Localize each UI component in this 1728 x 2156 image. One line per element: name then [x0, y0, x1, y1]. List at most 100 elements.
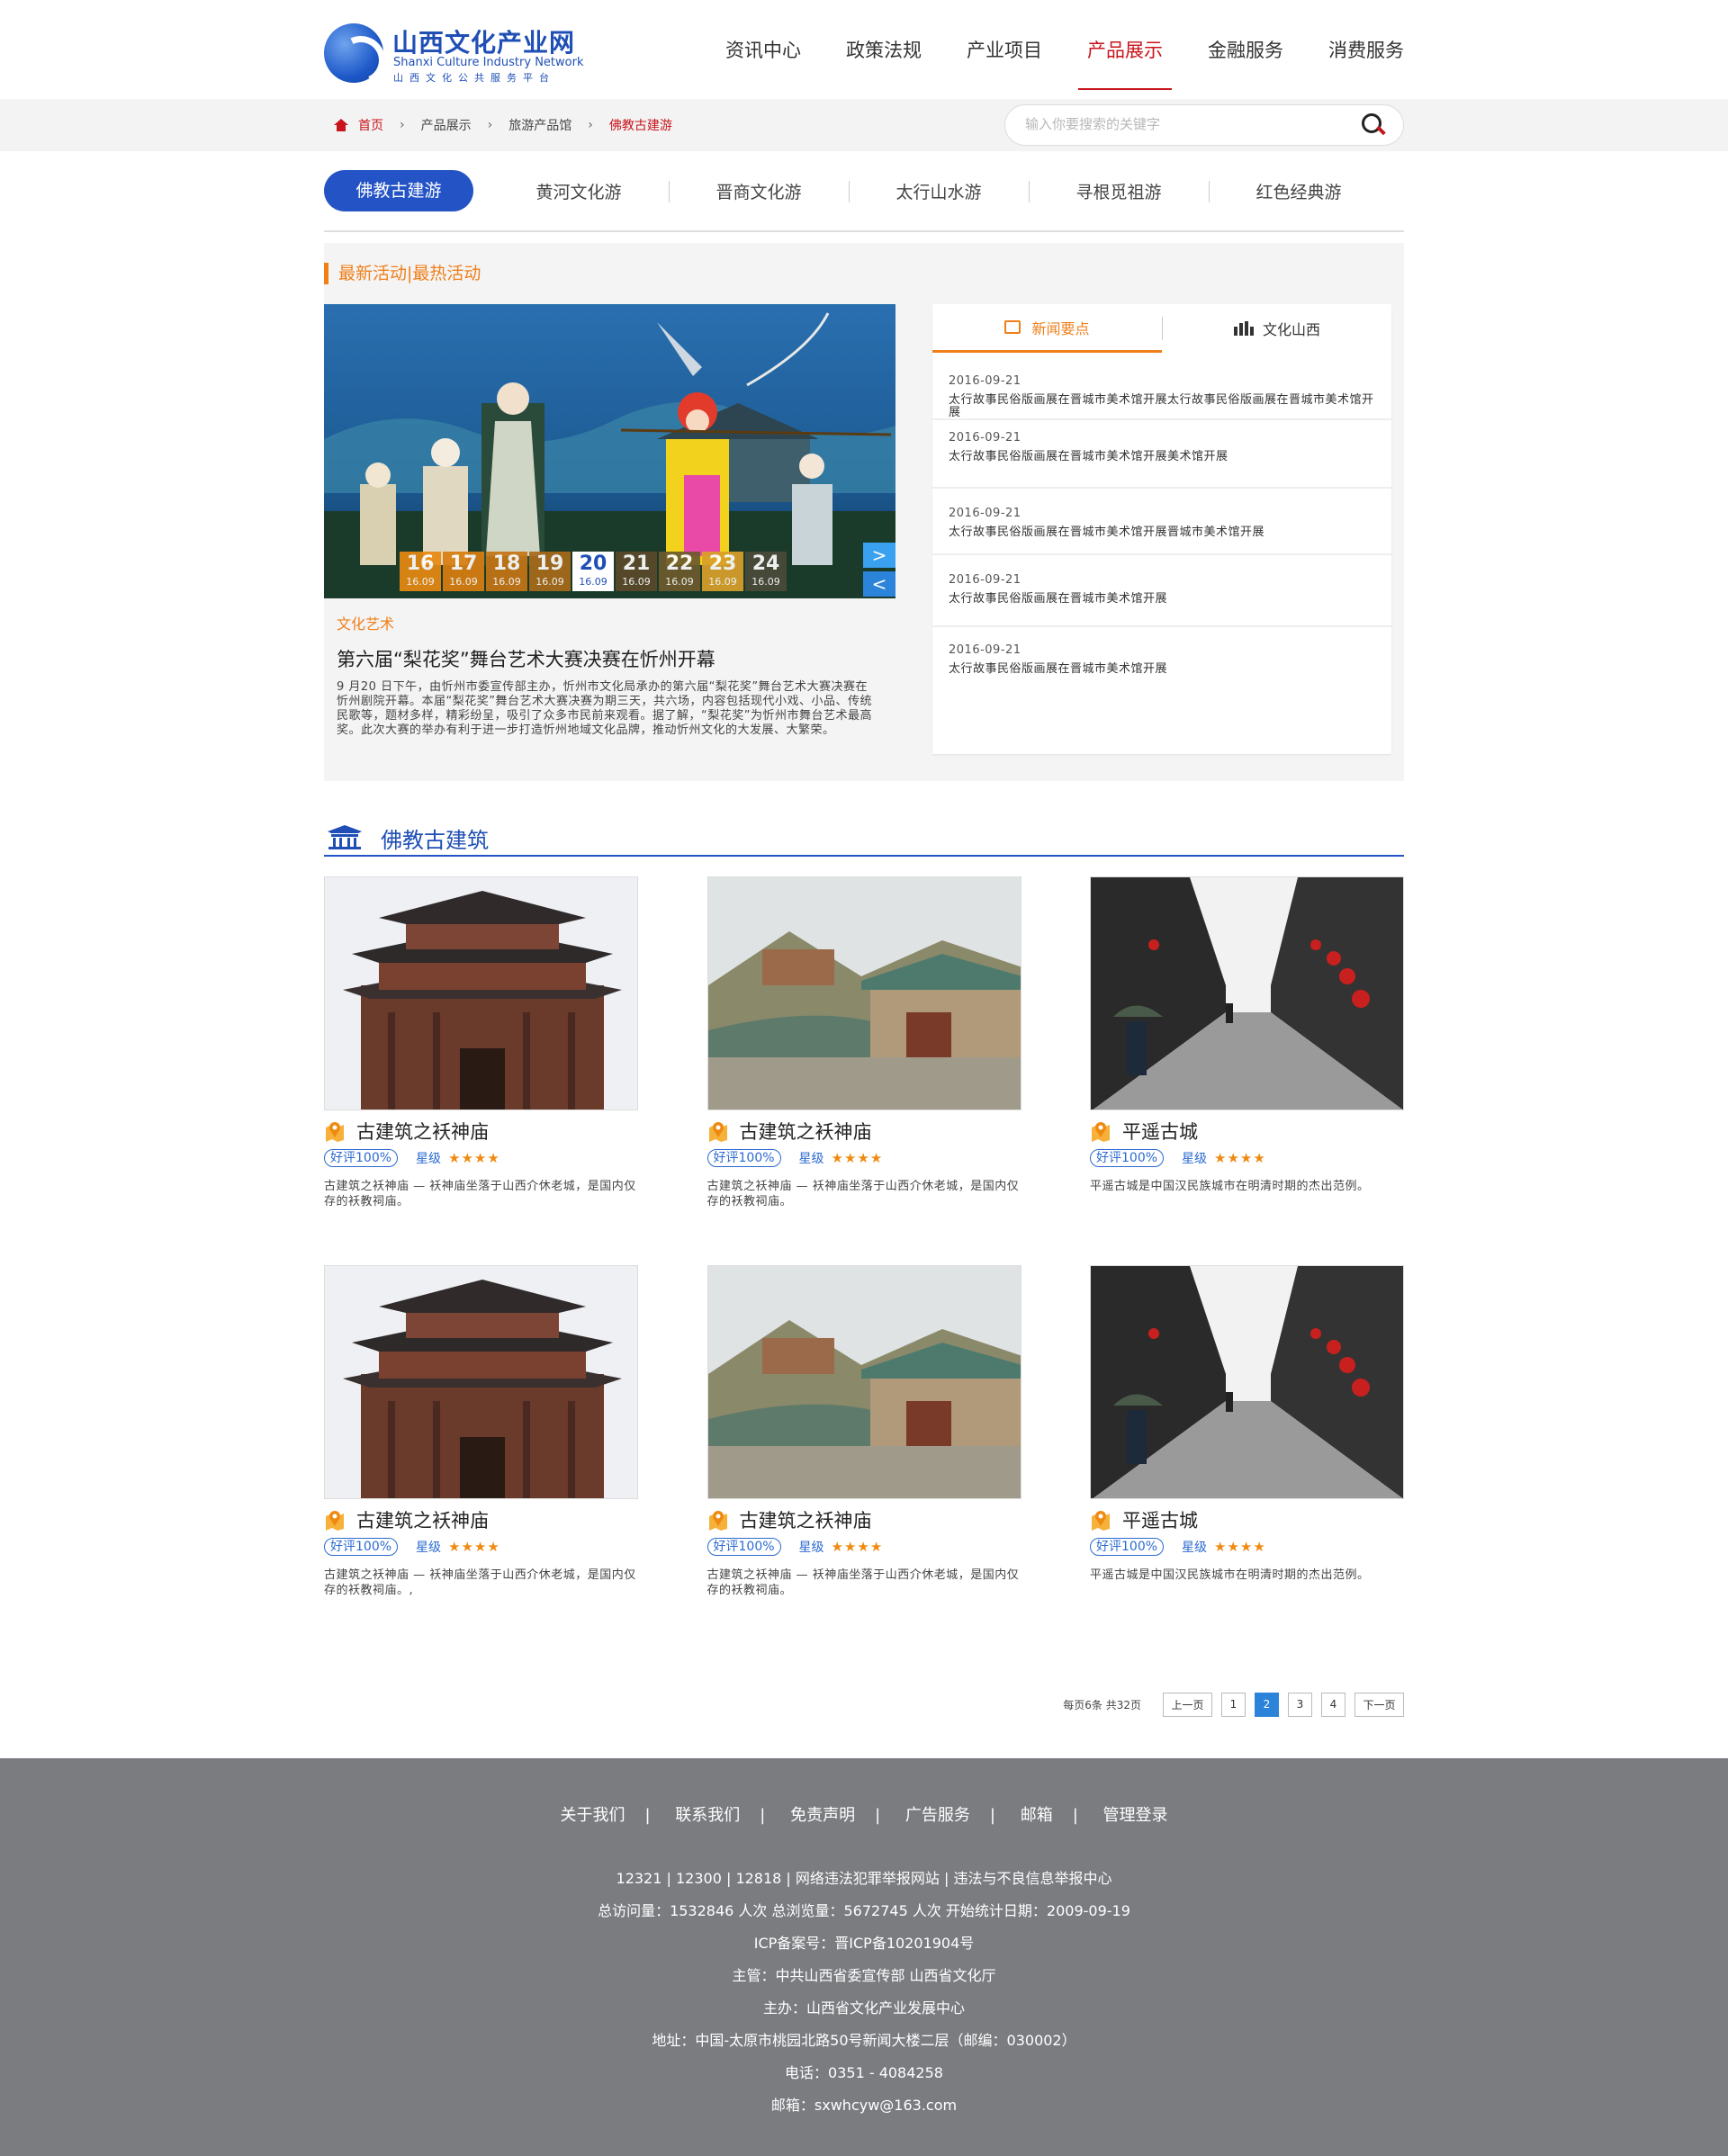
star-label: 星级 — [798, 1152, 824, 1166]
date-tab-18[interactable]: 18 16.09 — [486, 552, 527, 591]
footer-link-about[interactable]: 关于我们 — [560, 1806, 625, 1825]
tab-news-highlights-label: 新闻要点 — [1031, 319, 1090, 337]
news-title[interactable]: 太行故事民俗版画展在晋城市美术馆开展 — [949, 663, 1375, 676]
news-title[interactable]: 太行故事民俗版画展在晋城市美术馆开展太行故事民俗版画展在晋城市美术馆开展 — [949, 394, 1375, 419]
star-rating-icon: ★★★★ — [831, 1150, 884, 1166]
news-item[interactable]: 2016-09-21 太行故事民俗版画展在晋城市美术馆开展 — [932, 627, 1391, 695]
site-logo[interactable]: 山西文化产业网 Shanxi Culture Industry Network … — [324, 22, 585, 85]
page-button-2[interactable]: 2 — [1255, 1692, 1279, 1717]
prev-page-button[interactable]: 上一页 — [1163, 1692, 1212, 1717]
tab-culture-shanxi[interactable]: 文化山西 — [1161, 317, 1391, 340]
product-image[interactable] — [1090, 1265, 1404, 1499]
next-page-button[interactable]: 下一页 — [1354, 1692, 1404, 1717]
product-card[interactable]: 平遥古城 好评100% 星级 ★★★★ 平遥古城是中国汉民族城市在明清时期的杰出… — [1090, 876, 1404, 1265]
product-image[interactable] — [1090, 876, 1404, 1110]
date-day: 16 — [406, 552, 435, 575]
news-title[interactable]: 太行故事民俗版画展在晋城市美术馆开展晋城市美术馆开展 — [949, 526, 1375, 539]
product-card[interactable]: 平遥古城 好评100% 星级 ★★★★ 平遥古城是中国汉民族城市在明清时期的杰出… — [1090, 1265, 1404, 1654]
product-card[interactable]: 古建筑之袄神庙 好评100% 星级 ★★★★ 古建筑之袄神庙 — 袄神庙坐落于山… — [706, 1265, 1022, 1654]
category-tab-taihang[interactable]: 太行山水游 — [849, 179, 1029, 203]
logo-en-title: Shanxi Culture Industry Network — [393, 56, 584, 69]
product-name[interactable]: 古建筑之袄神庙 — [740, 1118, 872, 1145]
date-tab-19[interactable]: 19 16.09 — [529, 552, 571, 591]
page-button-1[interactable]: 1 — [1221, 1692, 1246, 1717]
breadcrumb-separator-icon: › — [400, 118, 405, 132]
product-name-row: 古建筑之袄神庙 — [324, 1119, 638, 1143]
product-name[interactable]: 平遥古城 — [1122, 1506, 1198, 1533]
rating-badge: 好评100% — [706, 1149, 781, 1167]
product-image[interactable] — [706, 1265, 1022, 1499]
news-item[interactable]: 2016-09-21 太行故事民俗版画展在晋城市美术馆开展 — [932, 555, 1391, 627]
section-title: 佛教古建筑 — [381, 828, 489, 853]
nav-item-finance[interactable]: 金融服务 — [1163, 0, 1283, 99]
footer-link-contact[interactable]: 联系我们 — [675, 1806, 740, 1825]
product-name[interactable]: 古建筑之袄神庙 — [356, 1118, 489, 1145]
site-footer: 关于我们 | 联系我们 | 免责声明 | 广告服务 | 邮箱 | 管理登录 12321 |… — [0, 1758, 1728, 2156]
footer-link-mail[interactable]: 邮箱 — [1021, 1806, 1053, 1825]
date-tab-21[interactable]: 21 16.09 — [616, 552, 657, 591]
map-pin-icon — [708, 1122, 727, 1142]
breadcrumb-products[interactable]: 产品展示 — [421, 116, 472, 134]
footer-link-admin[interactable]: 管理登录 — [1103, 1806, 1168, 1825]
star-rating-icon: ★★★★ — [1214, 1539, 1266, 1555]
footer-supervisor-line: 主管：中共山西省委宣传部 山西省文化厅 — [732, 1967, 996, 1984]
product-name[interactable]: 平遥古城 — [1122, 1118, 1198, 1145]
nav-item-news[interactable]: 资讯中心 — [725, 0, 801, 99]
map-pin-icon — [1092, 1122, 1110, 1142]
breadcrumb-tourism[interactable]: 旅游产品馆 — [508, 116, 572, 134]
date-month: 16.09 — [406, 576, 435, 588]
product-name[interactable]: 古建筑之袄神庙 — [356, 1506, 489, 1533]
page-button-4[interactable]: 4 — [1321, 1692, 1346, 1717]
star-label: 星级 — [798, 1541, 824, 1555]
news-item[interactable]: 2016-09-21 太行故事民俗版画展在晋城市美术馆开展美术馆开展 — [932, 420, 1391, 489]
footer-link-ads[interactable]: 广告服务 — [905, 1806, 970, 1825]
date-tab-16[interactable]: 16 16.09 — [400, 552, 441, 591]
category-tab-roots[interactable]: 寻根觅祖游 — [1029, 179, 1209, 203]
nav-item-products[interactable]: 产品展示 — [1042, 0, 1172, 99]
footer-report-line[interactable]: 12321 | 12300 | 12818 | 网络违法犯罪举报网站 | 违法与… — [0, 1863, 1728, 1895]
product-card[interactable]: 古建筑之袄神庙 好评100% 星级 ★★★★ 古建筑之袄神庙 — 袄神庙坐落于山… — [324, 876, 638, 1265]
product-image[interactable] — [324, 876, 638, 1110]
news-item[interactable]: 2016-09-21 太行故事民俗版画展在晋城市美术馆开展太行故事民俗版画展在晋… — [932, 353, 1391, 420]
news-item[interactable]: 2016-09-21 太行故事民俗版画展在晋城市美术馆开展晋城市美术馆开展 — [932, 489, 1391, 555]
product-card[interactable]: 古建筑之袄神庙 好评100% 星级 ★★★★ 古建筑之袄神庙 — 袄神庙坐落于山… — [706, 876, 1022, 1265]
date-month: 16.09 — [622, 576, 651, 588]
date-tab-23[interactable]: 23 16.09 — [702, 552, 743, 591]
product-name[interactable]: 古建筑之袄神庙 — [740, 1506, 872, 1533]
category-tab-red-classic[interactable]: 红色经典游 — [1209, 179, 1389, 203]
category-tab-yellow-river[interactable]: 黄河文化游 — [489, 179, 669, 203]
category-tab-buddhist[interactable]: 佛教古建游 — [324, 170, 473, 211]
news-title[interactable]: 太行故事民俗版画展在晋城市美术馆开展美术馆开展 — [949, 451, 1375, 463]
search-icon[interactable] — [1362, 113, 1385, 137]
tab-news-highlights[interactable]: 新闻要点 — [932, 304, 1162, 353]
activity-headline[interactable]: 第六届“梨花奖”舞台艺术大赛决赛在忻州开幕 — [337, 645, 716, 672]
breadcrumb-home[interactable]: 首页 — [358, 116, 383, 134]
date-tab-22[interactable]: 22 16.09 — [659, 552, 700, 591]
nav-item-consumer[interactable]: 消费服务 — [1283, 0, 1404, 99]
date-tab-17[interactable]: 17 16.09 — [443, 552, 484, 591]
date-month: 16.09 — [579, 576, 608, 588]
product-image[interactable] — [706, 876, 1022, 1110]
map-pin-icon — [326, 1511, 344, 1531]
page-button-3[interactable]: 3 — [1288, 1692, 1312, 1717]
date-tab-20[interactable]: 20 16.09 — [572, 552, 614, 591]
nav-item-projects[interactable]: 产业项目 — [922, 0, 1042, 99]
activity-tag[interactable]: 文化艺术 — [337, 612, 394, 633]
product-card[interactable]: 古建筑之袄神庙 好评100% 星级 ★★★★ 古建筑之袄神庙 — 袄神庙坐落于山… — [324, 1265, 638, 1654]
footer-link-disclaimer[interactable]: 免责声明 — [790, 1806, 855, 1825]
product-name-row: 平遥古城 — [1090, 1119, 1404, 1143]
footer-icp-line: ICP备案号：晋ICP备10201904号 — [753, 1935, 975, 1952]
search-input[interactable] — [1025, 116, 1349, 132]
home-icon[interactable] — [333, 119, 349, 131]
category-tab-merchant[interactable]: 晋商文化游 — [669, 179, 849, 203]
product-image[interactable] — [324, 1265, 638, 1499]
date-tab-24[interactable]: 24 16.09 — [745, 552, 787, 591]
date-month: 16.09 — [752, 576, 780, 588]
slider-next-button[interactable]: > — [863, 543, 896, 568]
nav-item-policy[interactable]: 政策法规 — [801, 0, 922, 99]
news-title[interactable]: 太行故事民俗版画展在晋城市美术馆开展 — [949, 593, 1375, 606]
tab-culture-shanxi-label: 文化山西 — [1262, 321, 1320, 338]
slider-prev-button[interactable]: < — [863, 571, 896, 597]
news-date: 2016-09-21 — [949, 573, 1022, 587]
activities-title[interactable]: 最新活动|最热活动 — [324, 263, 481, 284]
